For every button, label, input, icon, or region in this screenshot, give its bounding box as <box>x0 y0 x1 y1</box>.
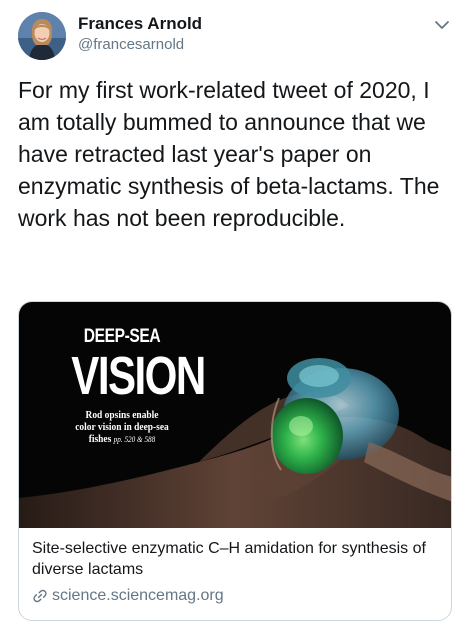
card-image: DEEP-SEA VISION Rod opsins enable color … <box>19 302 451 528</box>
cover-kicker: DEEP-SEA <box>83 326 161 347</box>
tweet: Frances Arnold @francesarnold For my fir… <box>0 0 469 631</box>
cover-subtitle-line: color vision in deep-sea <box>75 422 169 433</box>
cover-subtitle-line: fishes pp. 520 & 588 <box>64 434 181 446</box>
card-domain-text: science.sciencemag.org <box>52 587 224 604</box>
cover-pages: pp. 520 & 588 <box>113 435 156 444</box>
card-title[interactable]: Site-selective enzymatic C–H amidation f… <box>32 538 438 580</box>
author-display-name[interactable]: Frances Arnold <box>78 14 202 34</box>
card-domain[interactable]: science.sciencemag.org <box>32 586 438 606</box>
link-icon <box>33 589 47 603</box>
tweet-header: Frances Arnold @francesarnold <box>18 12 453 68</box>
more-options-button[interactable] <box>433 16 451 34</box>
card-body: Site-selective enzymatic C–H amidation f… <box>19 528 451 606</box>
cover-subtitle-line: Rod opsins enable <box>85 410 159 421</box>
cover-subtitle: Rod opsins enable color vision in deep-s… <box>64 410 181 446</box>
link-card[interactable]: DEEP-SEA VISION Rod opsins enable color … <box>18 301 452 621</box>
profile-photo-icon <box>18 12 66 60</box>
tweet-text: For my first work-related tweet of 2020,… <box>18 77 440 231</box>
cover-title: VISION <box>71 346 206 406</box>
cover-subtitle-word: fishes <box>88 434 112 445</box>
avatar[interactable] <box>18 12 66 60</box>
chevron-down-icon <box>435 21 449 29</box>
author-names: Frances Arnold @francesarnold <box>78 14 202 56</box>
cover-text: DEEP-SEA VISION Rod opsins enable color … <box>57 326 206 446</box>
author-handle[interactable]: @francesarnold <box>78 34 202 56</box>
